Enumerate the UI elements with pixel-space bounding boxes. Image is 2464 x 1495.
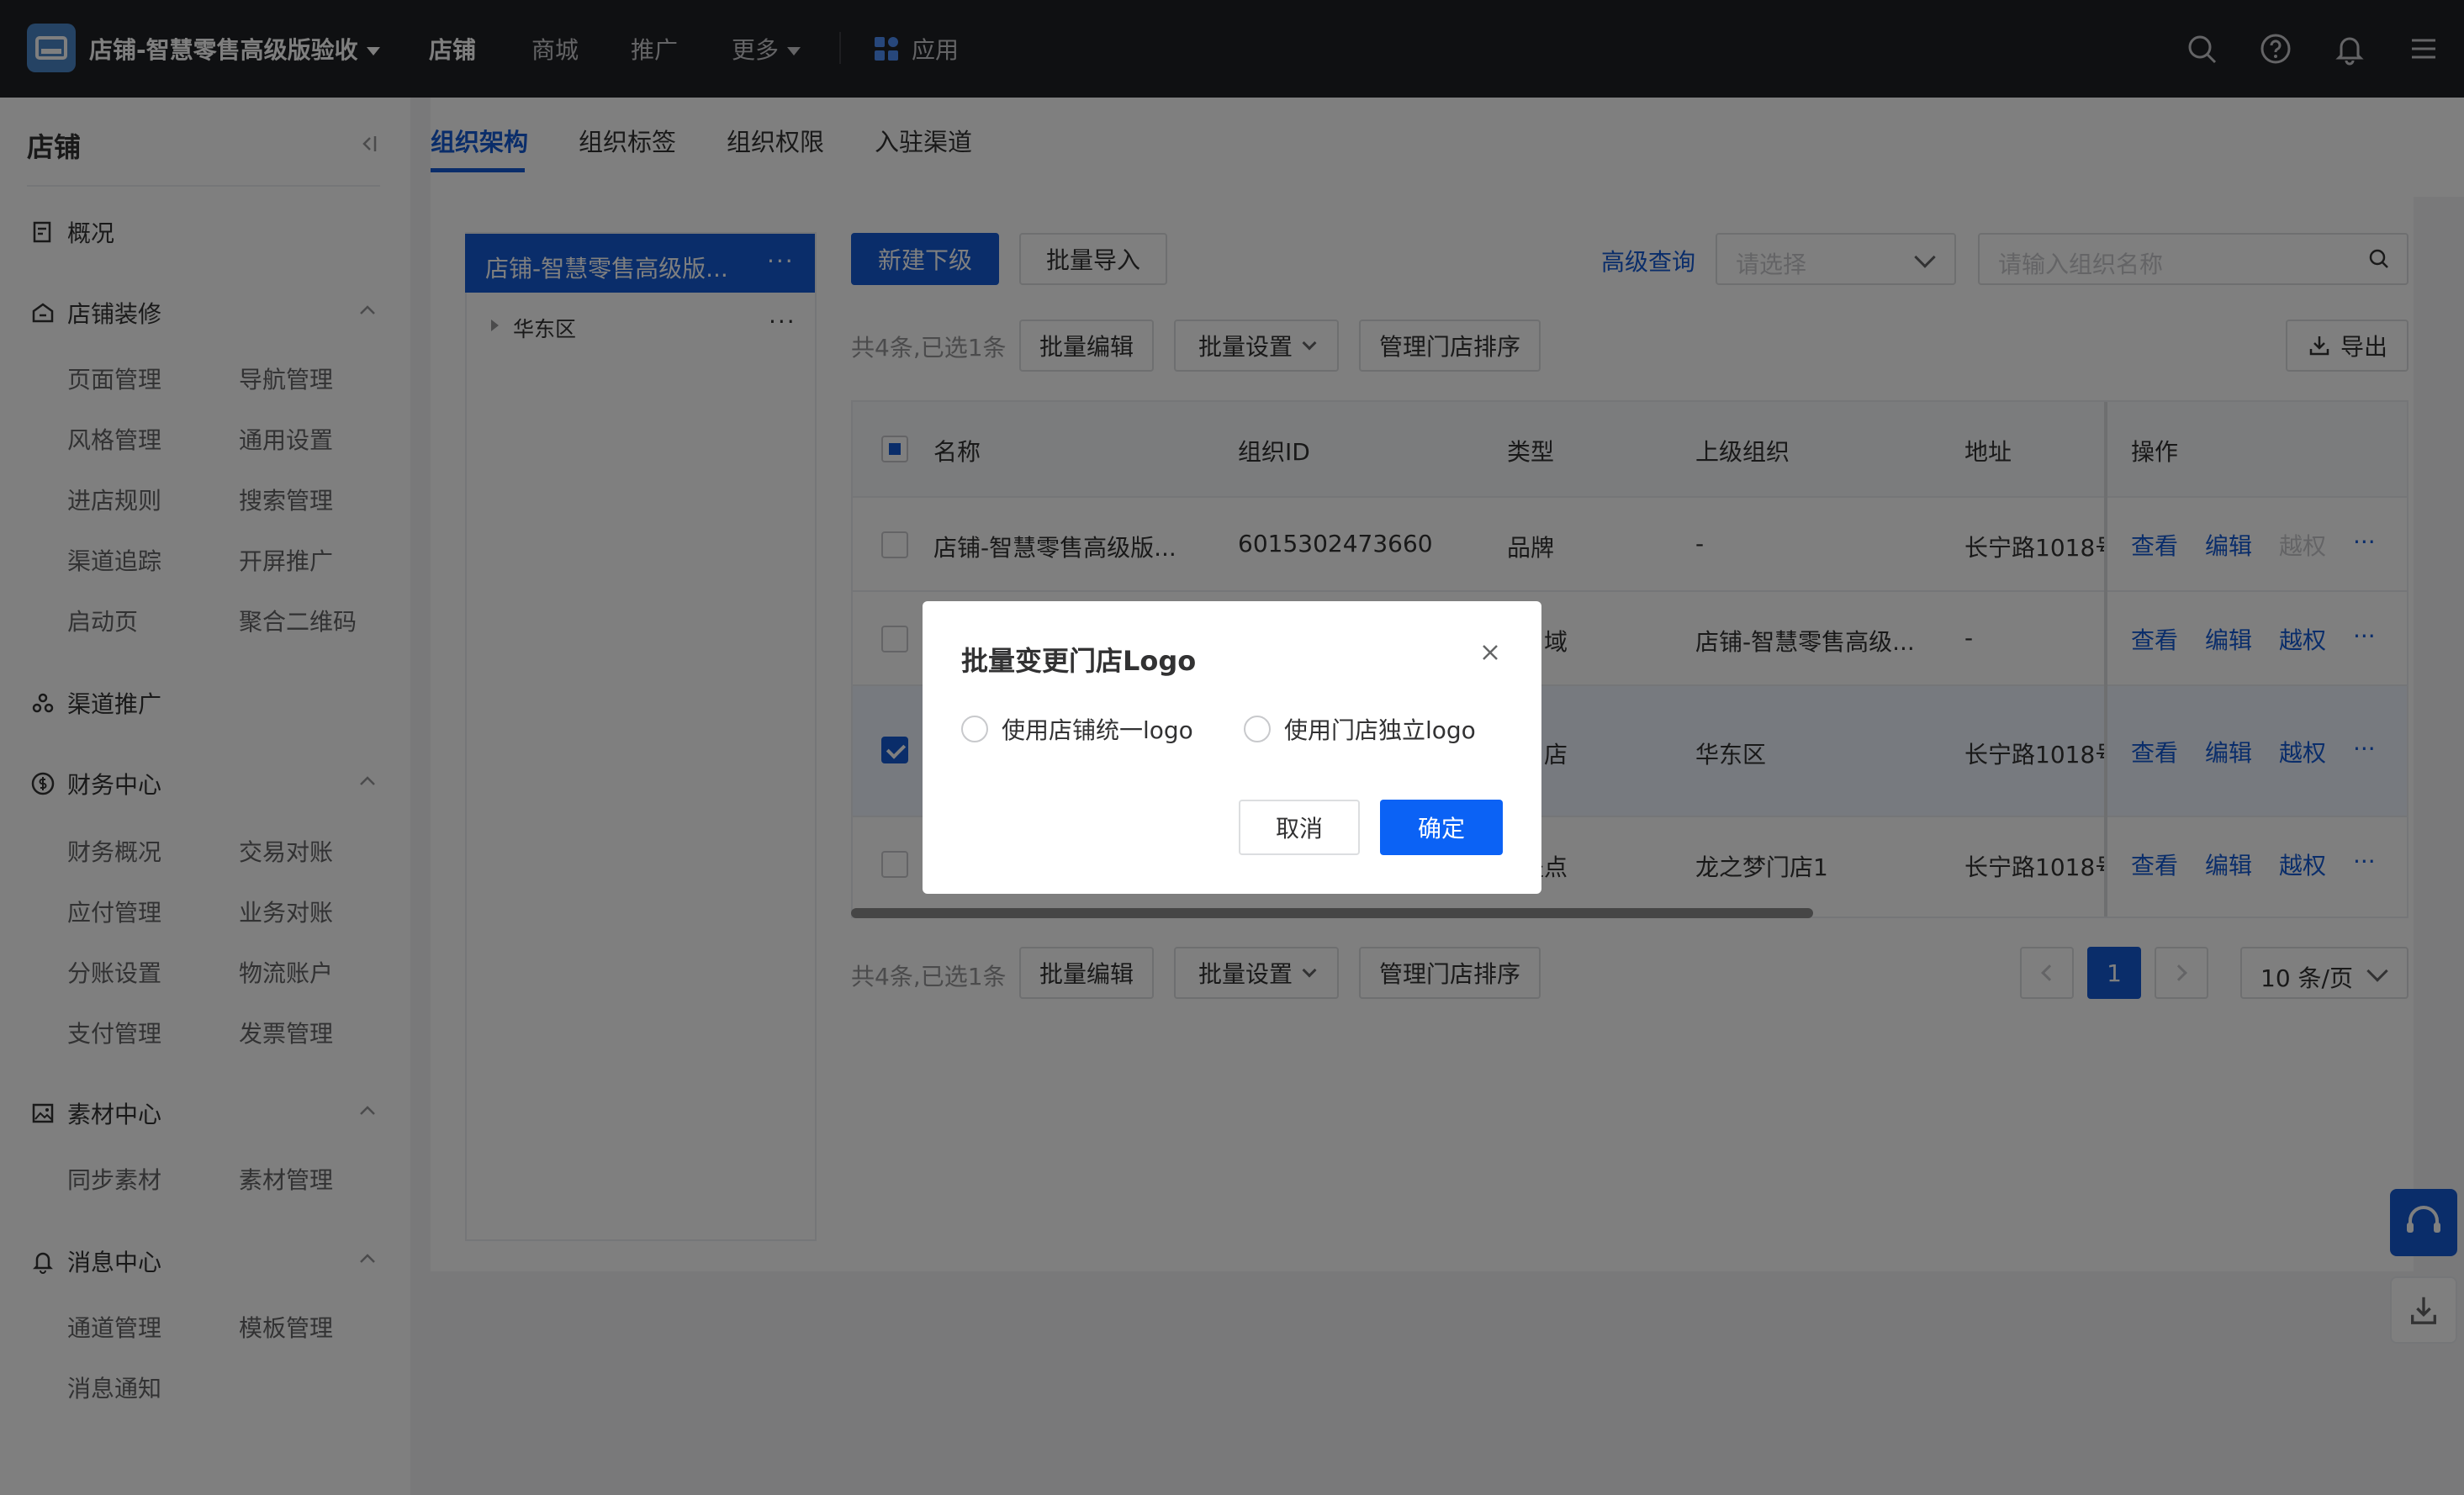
radio-label: 使用店铺统一logo	[1002, 716, 1193, 744]
batch-logo-dialog: 批量变更门店Logo 使用店铺统一logo 使用门店独立logo 取消 确定	[923, 601, 1541, 894]
radio-unified-logo[interactable]: 使用店铺统一logo	[961, 712, 1193, 746]
close-icon[interactable]	[1478, 640, 1503, 665]
radio-independent-logo[interactable]: 使用门店独立logo	[1244, 712, 1476, 746]
radio-label: 使用门店独立logo	[1284, 716, 1476, 744]
radio-circle[interactable]	[961, 716, 988, 742]
radio-circle[interactable]	[1244, 716, 1271, 742]
confirm-button[interactable]: 确定	[1380, 800, 1503, 855]
cancel-button[interactable]: 取消	[1239, 800, 1360, 855]
dialog-title: 批量变更门店Logo	[961, 645, 1197, 677]
